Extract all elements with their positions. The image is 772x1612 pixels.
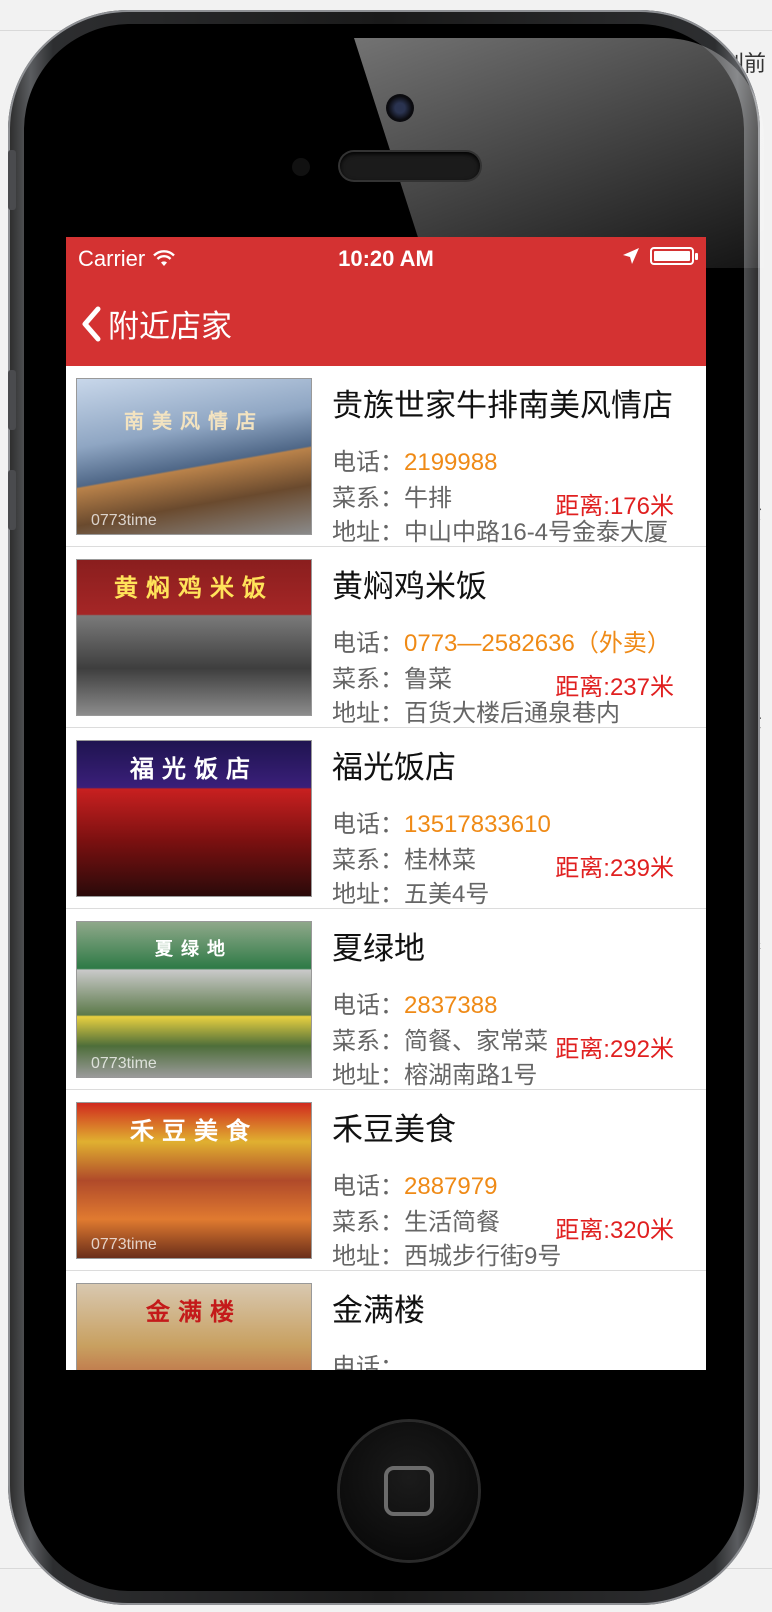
restaurant-row[interactable]: 金满楼 金满楼 电话： — [66, 1271, 706, 1370]
photo-watermark: 0773time — [91, 512, 157, 529]
restaurant-photo: 金满楼 — [76, 1283, 312, 1370]
cuisine-value: 生活简餐 — [404, 1209, 500, 1236]
restaurant-row[interactable]: 禾豆美食 0773time 禾豆美食 电话：2887979 菜系：生活简餐 距离… — [66, 1090, 706, 1271]
phone-label: 电话： — [332, 449, 404, 476]
storefront-sign: 禾豆美食 — [130, 1116, 258, 1145]
storefront-sign: 黄焖鸡米饭 — [114, 573, 274, 602]
status-right-group — [622, 247, 698, 265]
phone-line: 电话：2199988 — [332, 442, 682, 477]
phone-number-link[interactable]: 2887979 — [404, 1173, 497, 1200]
address-value: 榕湖南路1号 — [404, 1062, 538, 1089]
restaurant-photo: 黄焖鸡米饭 — [76, 559, 312, 716]
address-line: 地址：榕湖南路1号 — [332, 1055, 682, 1090]
status-time: 10:20 AM — [338, 246, 434, 271]
phone-label: 电话： — [332, 630, 404, 657]
storefront-sign: 金满楼 — [146, 1297, 242, 1326]
cuisine-value: 桂林菜 — [404, 847, 476, 874]
earpiece-speaker — [340, 152, 480, 180]
restaurant-list[interactable]: 南美风情店 0773time 贵族世家牛排南美风情店 电话：2199988 菜系… — [66, 366, 706, 1370]
address-label: 地址： — [332, 700, 404, 727]
phone-number-link[interactable]: 13517833610 — [404, 811, 551, 838]
address-label: 地址： — [332, 1062, 404, 1089]
restaurant-name: 黄焖鸡米饭 — [332, 569, 487, 604]
cuisine-label: 菜系： — [332, 1209, 404, 1236]
phone-line: 电话：2887979 — [332, 1166, 682, 1201]
restaurant-row[interactable]: 夏绿地 0773time 夏绿地 电话：2837388 菜系：简餐、家常菜 距离… — [66, 909, 706, 1090]
home-square-icon — [384, 1466, 434, 1516]
restaurant-name: 夏绿地 — [332, 931, 425, 966]
restaurant-row[interactable]: 南美风情店 0773time 贵族世家牛排南美风情店 电话：2199988 菜系… — [66, 366, 706, 547]
cuisine-line: 菜系：简餐、家常菜 — [332, 1021, 556, 1056]
navigation-bar: 附近店家 — [66, 281, 706, 366]
battery-icon — [650, 247, 698, 265]
phone-label: 电话： — [332, 1173, 404, 1200]
address-value: 西城步行街9号 — [404, 1243, 562, 1270]
volume-down-button — [8, 470, 16, 530]
storefront-sign: 福光饭店 — [130, 754, 258, 783]
phone-line: 电话：0773—2582636（外卖） — [332, 623, 682, 658]
cuisine-label: 菜系： — [332, 485, 404, 512]
restaurant-photo: 南美风情店 0773time — [76, 378, 312, 535]
photo-watermark: 0773time — [91, 1055, 157, 1072]
cuisine-line: 菜系：桂林菜 — [332, 840, 556, 875]
proximity-sensor — [292, 158, 310, 176]
restaurant-photo: 福光饭店 — [76, 740, 312, 897]
cuisine-label: 菜系： — [332, 1028, 404, 1055]
restaurant-row[interactable]: 黄焖鸡米饭 黄焖鸡米饭 电话：0773—2582636（外卖） 菜系：鲁菜 距离… — [66, 547, 706, 728]
location-arrow-icon — [623, 248, 639, 264]
cuisine-value: 鲁菜 — [404, 666, 452, 693]
phone-label: 电话： — [332, 811, 404, 838]
restaurant-row[interactable]: 福光饭店 福光饭店 电话：13517833610 菜系：桂林菜 距离:239米 … — [66, 728, 706, 909]
address-label: 地址： — [332, 881, 404, 908]
photo-watermark: 0773time — [91, 1236, 157, 1253]
phone-line: 电话： — [332, 1347, 682, 1370]
address-value: 五美4号 — [404, 881, 490, 908]
address-label: 地址： — [332, 1243, 404, 1270]
phone-number-link[interactable]: 2837388 — [404, 992, 497, 1019]
cuisine-label: 菜系： — [332, 666, 404, 693]
battery-level — [654, 251, 690, 261]
address-line: 地址：中山中路16-4号金泰大厦 — [332, 512, 682, 547]
chevron-left-icon — [82, 306, 101, 341]
phone-line: 电话：2837388 — [332, 985, 682, 1020]
home-button[interactable] — [340, 1422, 478, 1560]
phone-label: 电话： — [332, 1354, 404, 1370]
address-line: 地址：百货大楼后通泉巷内 — [332, 693, 682, 728]
phone-number-link[interactable]: 2199988 — [404, 449, 497, 476]
cuisine-value: 牛排 — [404, 485, 452, 512]
phone-label: 电话： — [332, 992, 404, 1019]
restaurant-name: 贵族世家牛排南美风情店 — [332, 388, 673, 423]
front-camera-icon — [386, 94, 414, 122]
page-title: 附近店家 — [108, 309, 232, 344]
restaurant-name: 福光饭店 — [332, 750, 456, 785]
address-value: 中山中路16-4号金泰大厦 — [404, 519, 669, 546]
phone-number-link[interactable]: 0773—2582636（外卖） — [404, 630, 671, 657]
restaurant-name: 禾豆美食 — [332, 1112, 456, 1147]
cuisine-value: 简餐、家常菜 — [404, 1028, 548, 1055]
volume-up-button — [8, 370, 16, 430]
address-value: 百货大楼后通泉巷内 — [404, 700, 620, 727]
phone-line: 电话：13517833610 — [332, 804, 682, 839]
storefront-sign: 夏绿地 — [155, 939, 233, 960]
address-line: 地址：五美4号 — [332, 874, 682, 909]
restaurant-photo: 夏绿地 0773time — [76, 921, 312, 1078]
app-screen: Carrier 10:20 AM 附近店家 南美风情店 0773time 贵族世… — [66, 237, 706, 1370]
restaurant-photo: 禾豆美食 0773time — [76, 1102, 312, 1259]
address-label: 地址： — [332, 519, 404, 546]
cuisine-line: 菜系：生活简餐 — [332, 1202, 556, 1237]
mute-switch — [8, 150, 16, 210]
back-button[interactable]: 附近店家 — [80, 301, 232, 346]
storefront-sign: 南美风情店 — [124, 409, 264, 433]
address-line: 地址：西城步行街9号 — [332, 1236, 682, 1271]
cuisine-line: 菜系：鲁菜 — [332, 659, 556, 694]
cuisine-line: 菜系：牛排 — [332, 478, 556, 513]
cuisine-label: 菜系： — [332, 847, 404, 874]
status-bar: Carrier 10:20 AM — [66, 237, 706, 281]
restaurant-name: 金满楼 — [332, 1293, 425, 1328]
